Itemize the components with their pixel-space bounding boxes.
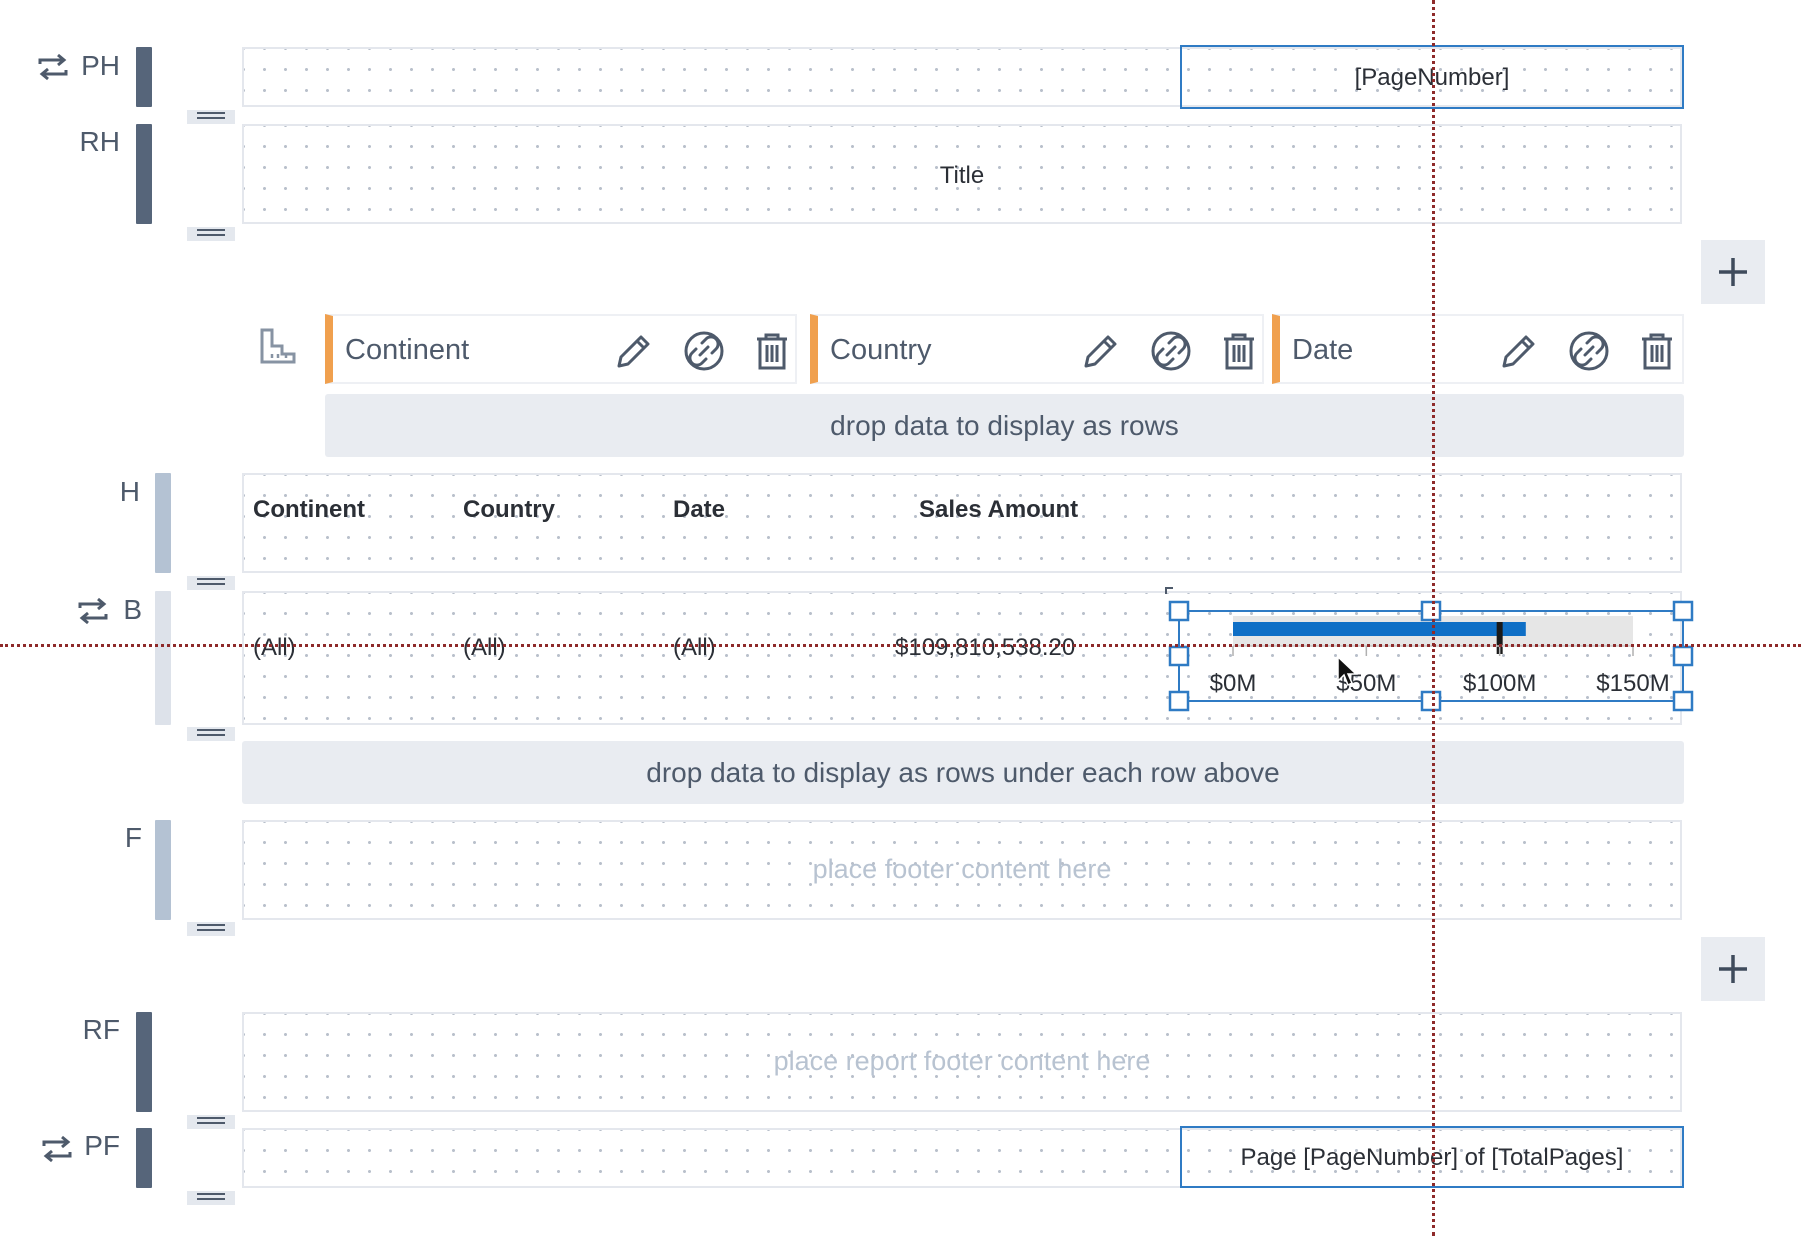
- bullet-tick-label: $150M: [1596, 670, 1669, 697]
- subrows-drop-zone[interactable]: drop data to display as rows under each …: [242, 741, 1684, 804]
- section-label-header: H: [119, 476, 140, 507]
- trash-icon[interactable]: [1636, 330, 1678, 372]
- trash-icon[interactable]: [1218, 330, 1260, 372]
- body-resize-handle[interactable]: [187, 727, 235, 741]
- repeat-icon[interactable]: [40, 1134, 74, 1164]
- chart-corner-marker: [1165, 587, 1173, 594]
- repeat-icon[interactable]: [76, 596, 110, 626]
- add-section-button[interactable]: [1701, 937, 1765, 1001]
- column-header-continent[interactable]: Continent: [253, 496, 365, 524]
- report-footer-band[interactable]: place report footer content here: [242, 1012, 1682, 1112]
- resize-handle-square: [1420, 690, 1442, 712]
- report-footer-resize-handle[interactable]: [187, 1115, 235, 1129]
- group-label-country: Country: [830, 334, 932, 366]
- bullet-chart-svg: $0M $50M $100M $150M: [1165, 587, 1694, 712]
- vertical-guide-line: [1432, 0, 1435, 1236]
- group-label-continent: Continent: [345, 334, 470, 366]
- section-label-report-footer: RF: [82, 1014, 120, 1045]
- bullet-chart[interactable]: $0M $50M $100M $150M: [1163, 586, 1694, 712]
- group-label-date: Date: [1292, 334, 1354, 366]
- group-pill-country[interactable]: Country: [810, 314, 1264, 384]
- grouping-icon: [260, 328, 296, 364]
- section-bar-report-header[interactable]: [136, 124, 152, 224]
- bullet-tick-label: $0M: [1210, 670, 1257, 697]
- resize-handle-square: [1672, 690, 1694, 712]
- rows-drop-zone[interactable]: drop data to display as rows: [325, 394, 1684, 457]
- plus-icon: [1719, 955, 1747, 983]
- section-label-page-header: PH: [81, 50, 120, 81]
- group-pill-date[interactable]: Date: [1272, 314, 1684, 384]
- pencil-icon[interactable]: [1498, 330, 1540, 372]
- resize-handle-square: [1672, 600, 1694, 622]
- resize-handle-square: [1672, 645, 1694, 667]
- section-label-report-header: RH: [79, 126, 120, 157]
- column-header-date[interactable]: Date: [673, 496, 725, 524]
- section-bar-page-header[interactable]: [136, 47, 152, 107]
- repeat-icon[interactable]: [36, 52, 70, 82]
- footer-band[interactable]: place footer content here: [242, 820, 1682, 920]
- section-bar-page-footer[interactable]: [136, 1128, 152, 1188]
- bullet-tick-label: $100M: [1463, 670, 1536, 697]
- section-bar-body[interactable]: [155, 591, 171, 725]
- column-header-country[interactable]: Country: [463, 496, 555, 524]
- resize-handle-square: [1168, 645, 1190, 667]
- page-header-resize-handle[interactable]: [187, 110, 235, 124]
- cell-date[interactable]: (All): [673, 634, 716, 662]
- link-icon[interactable]: [1568, 330, 1610, 372]
- resize-handle-square: [1168, 690, 1190, 712]
- column-header-sales-amount[interactable]: Sales Amount: [919, 496, 1078, 524]
- report-header-band[interactable]: Title: [242, 124, 1682, 224]
- rows-drop-zone-text: drop data to display as rows: [830, 410, 1179, 441]
- header-band[interactable]: Continent Country Date Sales Amount: [242, 473, 1682, 573]
- group-pill-continent[interactable]: Continent: [325, 314, 797, 384]
- section-bar-header[interactable]: [155, 473, 171, 573]
- cell-country[interactable]: (All): [463, 634, 506, 662]
- report-footer-placeholder: place report footer content here: [773, 1046, 1151, 1076]
- add-section-button[interactable]: [1701, 240, 1765, 304]
- report-header-resize-handle[interactable]: [187, 227, 235, 241]
- cell-sales-amount[interactable]: $109,810,538.20: [895, 634, 1075, 662]
- horizontal-guide-line: [0, 644, 1801, 647]
- link-icon[interactable]: [1150, 330, 1192, 372]
- page-footer-resize-handle[interactable]: [187, 1191, 235, 1205]
- link-icon[interactable]: [683, 330, 725, 372]
- footer-resize-handle[interactable]: [187, 922, 235, 936]
- pencil-icon[interactable]: [613, 330, 655, 372]
- resize-handle-square: [1168, 600, 1190, 622]
- trash-icon[interactable]: [751, 330, 793, 372]
- pencil-icon[interactable]: [1080, 330, 1122, 372]
- subrows-drop-zone-text: drop data to display as rows under each …: [646, 757, 1280, 788]
- resize-handle-square: [1420, 600, 1442, 622]
- section-label-page-footer: PF: [84, 1130, 120, 1161]
- mouse-cursor-icon: [1337, 655, 1358, 687]
- section-label-footer: F: [124, 822, 142, 853]
- cell-continent[interactable]: (All): [253, 634, 296, 662]
- section-bar-report-footer[interactable]: [136, 1012, 152, 1112]
- bullet-value-bar: [1233, 622, 1526, 636]
- title-text[interactable]: Title: [244, 162, 1680, 190]
- header-resize-handle[interactable]: [187, 576, 235, 590]
- section-label-body: B: [123, 594, 142, 625]
- footer-placeholder: place footer content here: [812, 854, 1112, 884]
- section-bar-footer[interactable]: [155, 820, 171, 920]
- plus-icon: [1719, 258, 1747, 286]
